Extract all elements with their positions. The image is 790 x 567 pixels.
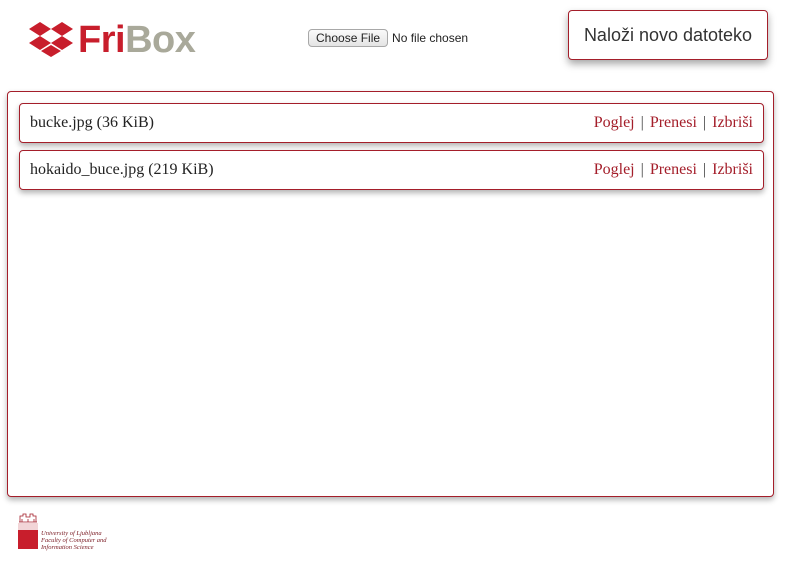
file-name: bucke.jpg (36 KiB) <box>30 114 154 131</box>
action-separator: | <box>702 161 707 178</box>
box-logo-icon <box>29 22 73 57</box>
file-list: bucke.jpg (36 KiB) Poglej | Prenesi | Iz… <box>19 103 764 197</box>
university-line: University of Ljubljana <box>41 530 102 537</box>
file-row: hokaido_buce.jpg (219 KiB) Poglej | Pren… <box>19 150 764 190</box>
action-separator: | <box>702 114 707 131</box>
university-name: University of Ljubljana Faculty of Compu… <box>41 530 131 551</box>
view-link[interactable]: Poglej <box>594 161 635 178</box>
university-seal-icon <box>18 513 38 549</box>
university-logo: University of Ljubljana Faculty of Compu… <box>17 512 127 552</box>
file-row: bucke.jpg (36 KiB) Poglej | Prenesi | Iz… <box>19 103 764 143</box>
delete-link[interactable]: Izbriši <box>712 161 753 178</box>
file-picker[interactable]: Choose File No file chosen <box>308 28 468 48</box>
upload-file-button[interactable]: Naloži novo datoteko <box>568 10 768 60</box>
fribox-logo: FriBox <box>28 18 208 62</box>
file-list-panel: bucke.jpg (36 KiB) Poglej | Prenesi | Iz… <box>7 91 774 497</box>
download-link[interactable]: Prenesi <box>650 161 697 178</box>
logo-text: FriBox <box>78 18 196 62</box>
app-header: FriBox Choose File No file chosen Naloži… <box>0 0 790 80</box>
file-actions: Poglej | Prenesi | Izbriši <box>594 161 753 179</box>
file-actions: Poglej | Prenesi | Izbriši <box>594 114 753 132</box>
university-line: Faculty of Computer and <box>41 537 107 544</box>
action-separator: | <box>640 114 644 131</box>
download-link[interactable]: Prenesi <box>650 114 697 131</box>
choose-file-button[interactable]: Choose File <box>308 29 389 47</box>
view-link[interactable]: Poglej <box>594 114 635 131</box>
delete-link[interactable]: Izbriši <box>712 114 753 131</box>
no-file-chosen-text: No file chosen <box>392 31 469 45</box>
file-name: hokaido_buce.jpg (219 KiB) <box>30 161 214 178</box>
logo-text-box: Box <box>125 19 196 61</box>
logo-text-fri: Fri <box>78 19 126 61</box>
action-separator: | <box>640 161 644 178</box>
university-line: Information Science <box>41 544 94 551</box>
